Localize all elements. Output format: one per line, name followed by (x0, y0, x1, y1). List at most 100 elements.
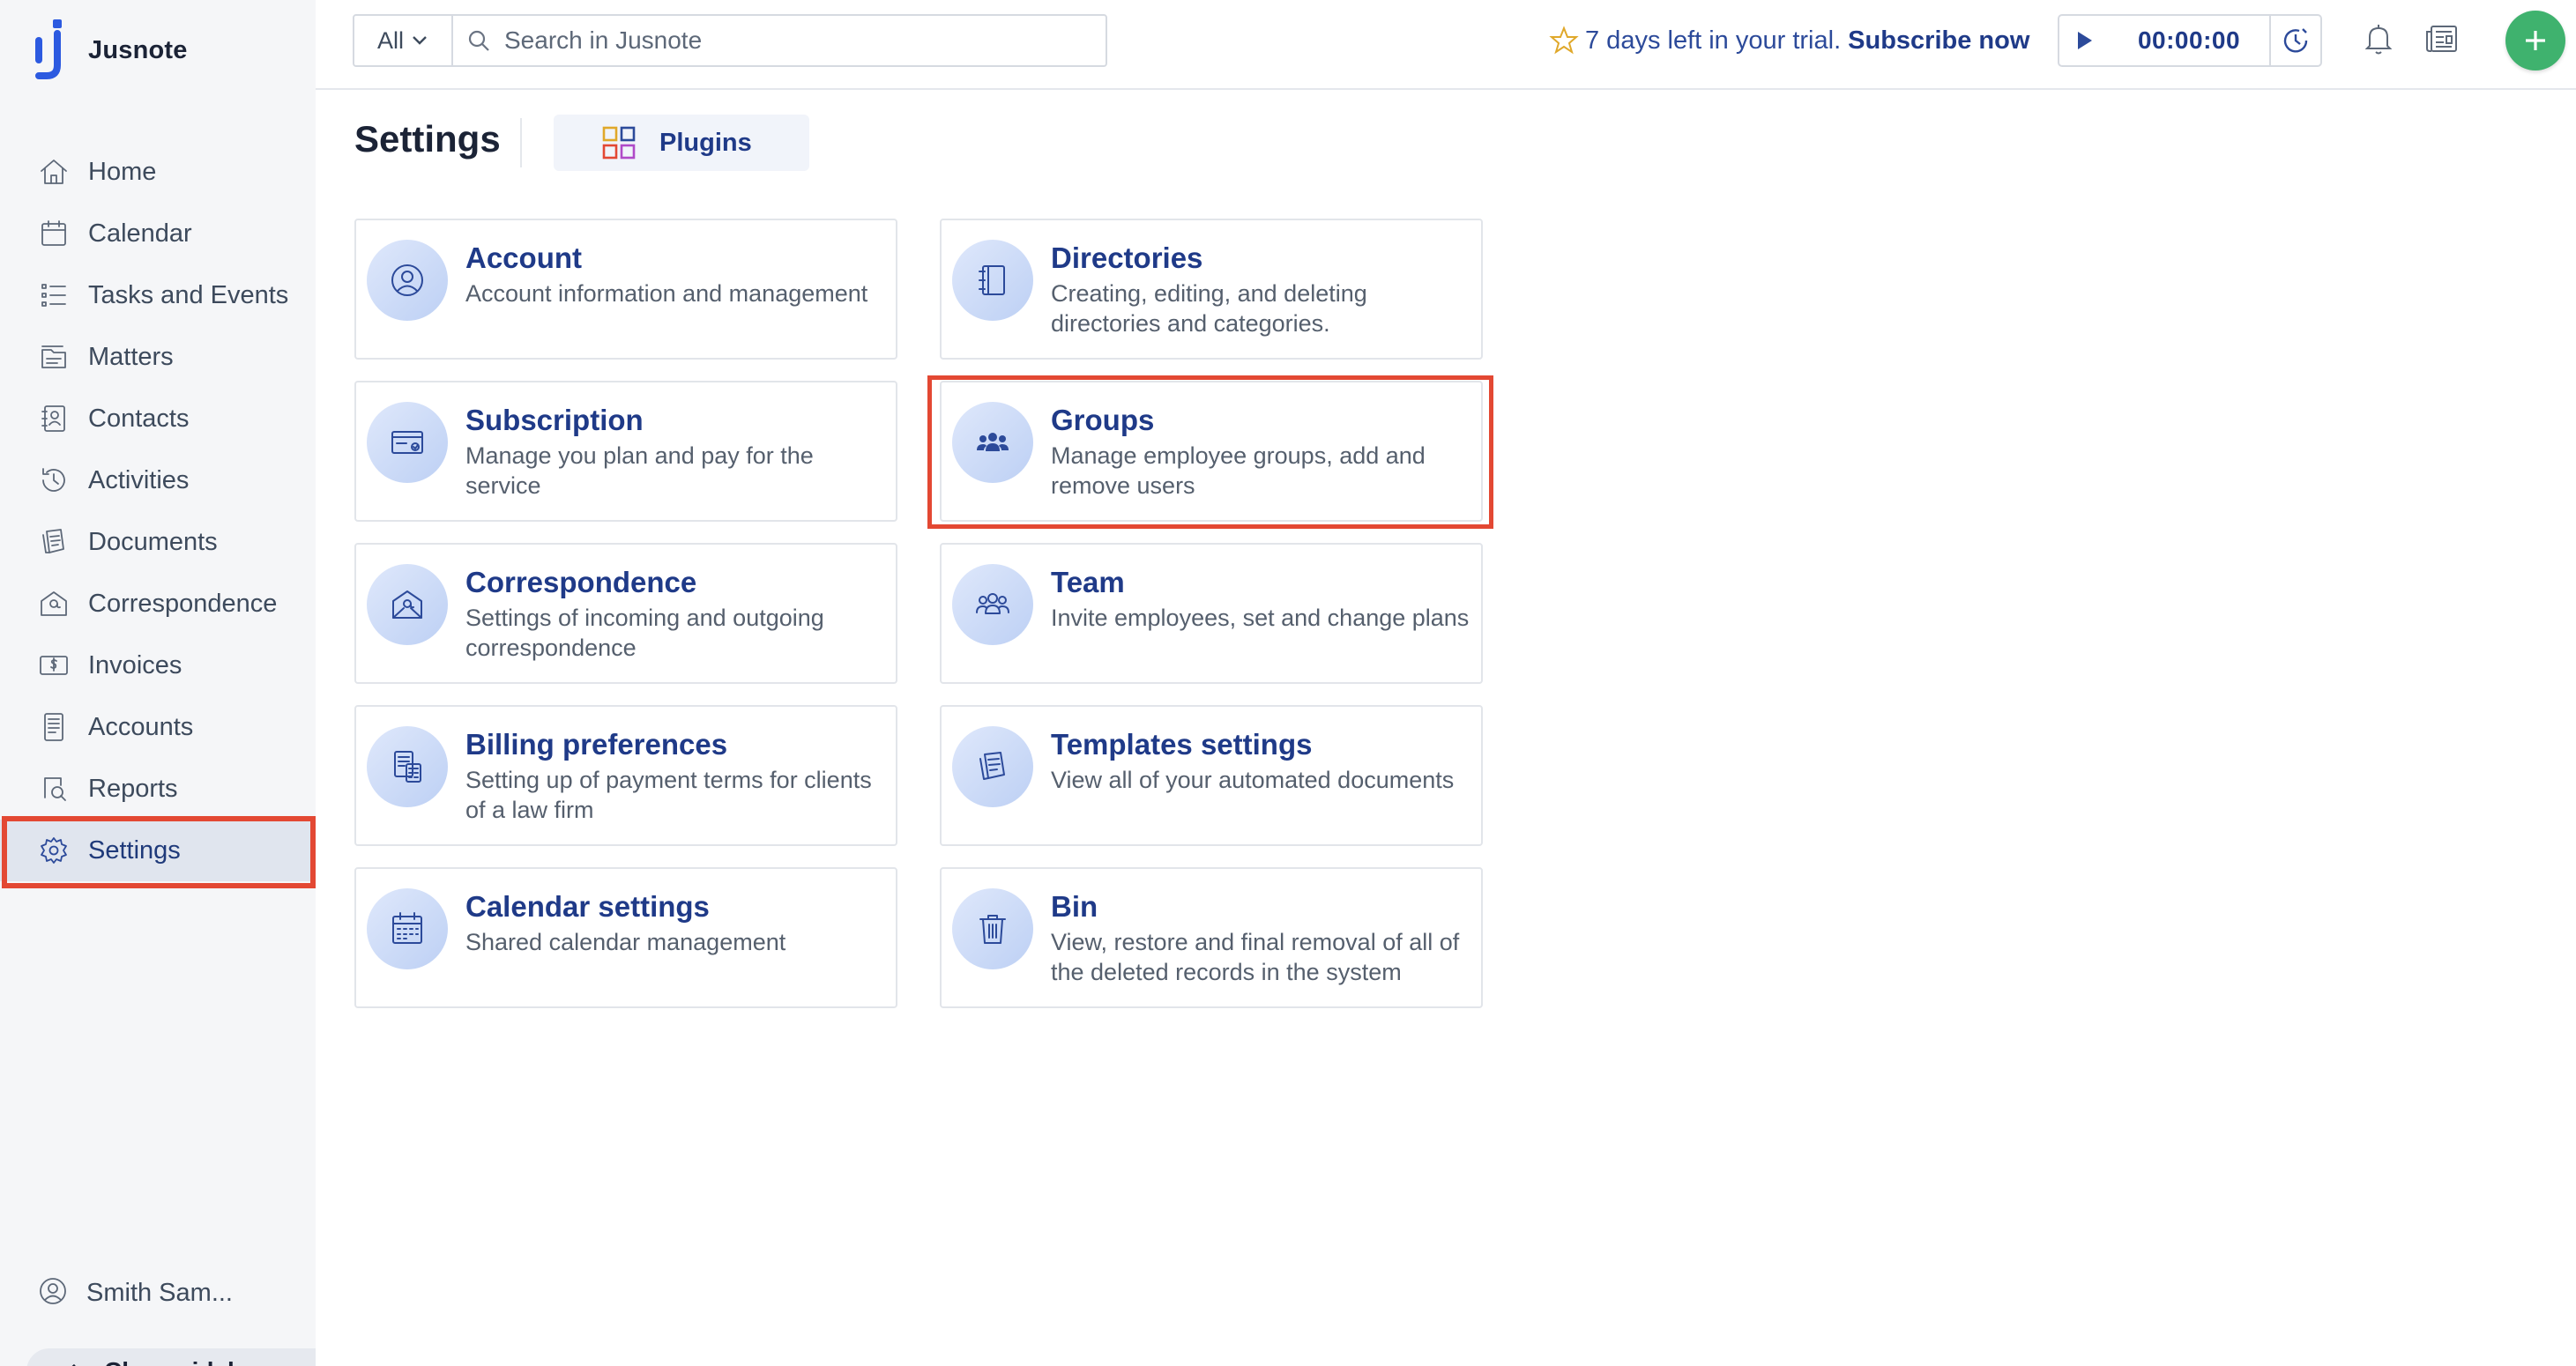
plugins-grid-icon (602, 126, 636, 160)
bell-icon (2364, 25, 2393, 55)
settings-card-account[interactable]: Account Account information and manageme… (354, 219, 897, 360)
close-sidebar-button[interactable]: Close sidebar (26, 1348, 316, 1366)
card-description: Creating, editing, and deleting director… (1051, 280, 1367, 337)
sidebar-item-accounts[interactable]: Accounts (0, 696, 316, 758)
trial-text: 7 days left in your trial. (1585, 26, 1842, 55)
notebook-icon (952, 240, 1033, 321)
search-scope-value: All (376, 26, 404, 54)
contacts-book-icon (37, 402, 71, 435)
timer-play-button[interactable] (2059, 16, 2109, 65)
sidebar-item-label: Reports (88, 774, 178, 803)
mail-at-icon (367, 564, 448, 645)
search-input[interactable] (504, 26, 1086, 55)
card-description: Setting up of payment terms for clients … (465, 767, 872, 823)
user-circle-icon (367, 240, 448, 321)
calendar-icon (37, 217, 71, 250)
sidebar: Jusnote Home Calendar Tasks and Events M… (0, 0, 316, 1366)
sidebar-item-contacts[interactable]: Contacts (0, 388, 316, 449)
app-logo[interactable]: Jusnote (34, 19, 188, 81)
card-title: Team (1051, 566, 1125, 598)
clock-history-icon (2283, 28, 2308, 53)
sidebar-item-reports[interactable]: Reports (0, 758, 316, 820)
settings-card-calendar-settings[interactable]: Calendar settings Shared calendar manage… (354, 867, 897, 1008)
accounts-ledger-icon (37, 710, 71, 744)
news-button[interactable] (2423, 19, 2465, 62)
templates-docs-icon (952, 726, 1033, 807)
activity-history-icon (37, 464, 71, 497)
sidebar-item-invoices[interactable]: Invoices (0, 635, 316, 696)
plus-icon (2526, 31, 2545, 50)
card-title: Templates settings (1051, 728, 1313, 761)
sidebar-item-label: Matters (88, 342, 174, 371)
plugins-button[interactable]: Plugins (554, 115, 809, 171)
calendar-icon (367, 888, 448, 969)
search-box (453, 16, 1106, 65)
chevron-left-icon (71, 1363, 76, 1366)
timer-history-button[interactable] (2269, 16, 2320, 65)
sidebar-item-label: Home (88, 157, 157, 186)
add-new-button[interactable] (2505, 11, 2565, 71)
chevron-down-icon (413, 36, 427, 45)
sidebar-item-activities[interactable]: Activities (0, 449, 316, 511)
notifications-button[interactable] (2359, 19, 2401, 62)
sidebar-item-correspondence[interactable]: Correspondence (0, 573, 316, 635)
sidebar-item-label: Correspondence (88, 589, 278, 618)
sidebar-item-home[interactable]: Home (0, 141, 316, 203)
tasks-list-icon (37, 278, 71, 312)
sidebar-item-matters[interactable]: Matters (0, 326, 316, 388)
settings-card-directories[interactable]: Directories Creating, editing, and delet… (940, 219, 1483, 360)
card-title: Subscription (465, 404, 644, 436)
close-sidebar-label: Close sidebar (104, 1357, 266, 1366)
card-description: Shared calendar management (465, 929, 786, 955)
timer-value: 00:00:00 (2137, 26, 2241, 54)
user-circle-icon (37, 1275, 69, 1311)
team-icon (952, 564, 1033, 645)
card-description: View all of your automated documents (1051, 767, 1455, 793)
global-search: All (353, 14, 1107, 67)
reports-search-icon (37, 772, 71, 805)
settings-card-billing-preferences[interactable]: Billing preferences Setting up of paymen… (354, 705, 897, 846)
settings-highlight-box (2, 816, 316, 888)
card-title: Account (465, 241, 582, 274)
trash-icon (952, 888, 1033, 969)
sidebar-item-tasks[interactable]: Tasks and Events (0, 264, 316, 326)
groups-highlight-box (927, 375, 1493, 529)
app-name: Jusnote (88, 35, 188, 64)
card-description: View, restore and final removal of all o… (1051, 929, 1460, 985)
star-icon (1549, 26, 1579, 55)
user-name: Smith Sam... (86, 1278, 233, 1307)
user-profile[interactable]: Smith Sam... (37, 1262, 233, 1324)
title-divider (520, 118, 522, 167)
card-description: Manage you plan and pay for the service (465, 442, 814, 499)
trial-notice: 7 days left in your trial. Subscribe now (1548, 19, 2029, 62)
subscribe-link[interactable]: Subscribe now (1848, 26, 2029, 56)
settings-card-team[interactable]: Team Invite employees, set and change pl… (940, 543, 1483, 684)
top-bar: All 7 days left in your trial. Subscribe… (316, 0, 2576, 90)
sidebar-item-label: Contacts (88, 404, 190, 433)
sidebar-nav: Home Calendar Tasks and Events Matters C… (0, 141, 316, 881)
matters-folder-icon (37, 340, 71, 374)
card-description: Settings of incoming and outgoing corres… (465, 605, 824, 661)
card-title: Directories (1051, 241, 1203, 274)
page-title: Settings (354, 118, 501, 160)
settings-card-correspondence[interactable]: Correspondence Settings of incoming and … (354, 543, 897, 684)
time-tracker: 00:00:00 (2058, 14, 2322, 67)
invoice-dollar-icon (37, 649, 71, 682)
mail-at-icon (37, 587, 71, 620)
settings-card-bin[interactable]: Bin View, restore and final removal of a… (940, 867, 1483, 1008)
play-icon (2078, 32, 2092, 49)
settings-card-templates-settings[interactable]: Templates settings View all of your auto… (940, 705, 1483, 846)
sidebar-item-label: Documents (88, 527, 218, 556)
card-title: Correspondence (465, 566, 697, 598)
settings-card-subscription[interactable]: Subscription Manage you plan and pay for… (354, 381, 897, 522)
card-title: Billing preferences (465, 728, 728, 761)
card-description: Invite employees, set and change plans (1051, 605, 1470, 631)
search-scope-dropdown[interactable]: All (354, 16, 453, 65)
card-title: Calendar settings (465, 890, 710, 923)
jusnote-logo-icon (35, 19, 62, 79)
card-description: Account information and management (465, 280, 868, 307)
search-icon (468, 30, 489, 51)
sidebar-item-calendar[interactable]: Calendar (0, 203, 316, 264)
sidebar-item-label: Activities (88, 465, 190, 494)
sidebar-item-documents[interactable]: Documents (0, 511, 316, 573)
